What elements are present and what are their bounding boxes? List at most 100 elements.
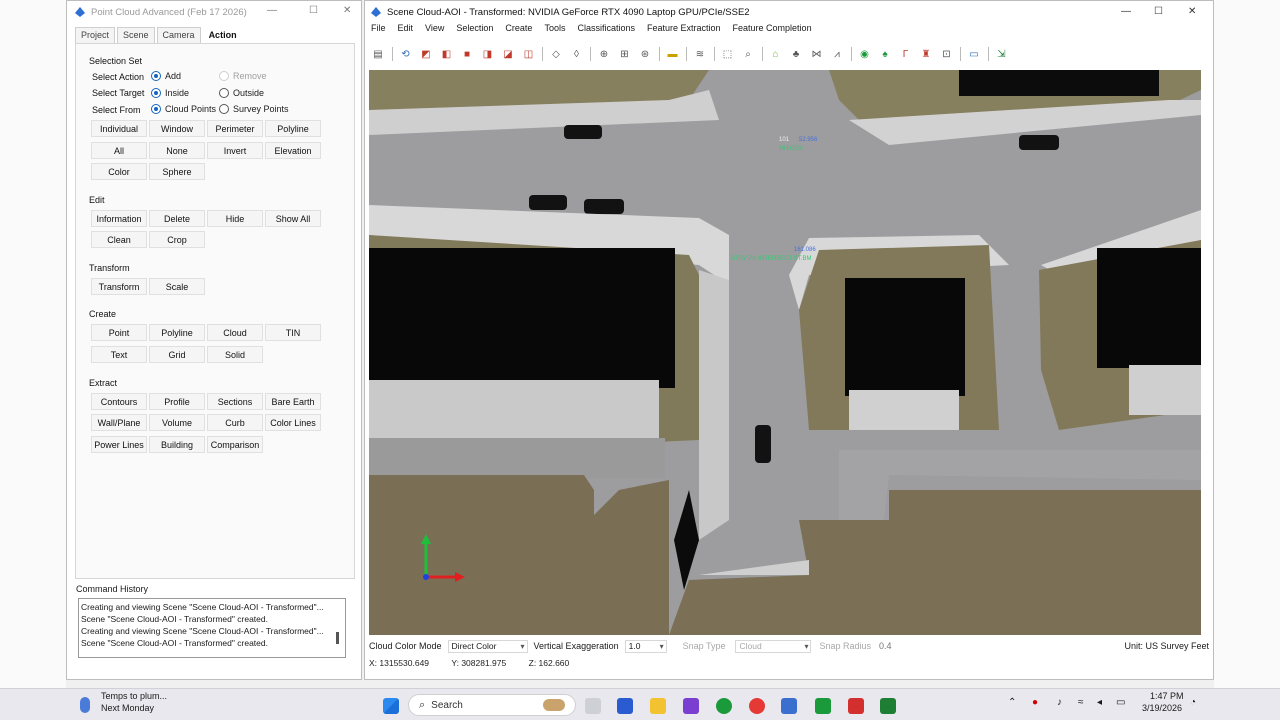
- select-window-icon[interactable]: ⬚: [721, 47, 735, 61]
- notification-icon[interactable]: ◔: [1190, 697, 1196, 708]
- history-scrollbar[interactable]: [336, 632, 339, 644]
- radio-survey-points[interactable]: Survey Points: [219, 104, 289, 114]
- battery-icon[interactable]: ▭: [1116, 697, 1125, 708]
- rotate-icon[interactable]: ⟲: [399, 47, 413, 61]
- file-explorer-icon[interactable]: [650, 698, 666, 714]
- tray-chevron-icon[interactable]: ⌃: [1008, 697, 1016, 708]
- tray-app-icon[interactable]: ●: [1032, 697, 1038, 708]
- perspective-icon[interactable]: ◇: [549, 47, 563, 61]
- sphere-button[interactable]: Sphere: [149, 163, 205, 180]
- layers-icon[interactable]: ≋: [693, 47, 707, 61]
- color-lines-button[interactable]: Color Lines: [265, 414, 321, 431]
- app-icon[interactable]: [683, 698, 699, 714]
- view-front-icon[interactable]: ◩: [419, 47, 433, 61]
- start-icon[interactable]: [383, 698, 399, 714]
- power-lines-button[interactable]: Power Lines: [91, 436, 147, 453]
- sections-button[interactable]: Sections: [207, 393, 263, 410]
- menu-classifications[interactable]: Classifications: [577, 23, 635, 37]
- window-button[interactable]: Window: [149, 120, 205, 137]
- excel-icon[interactable]: [880, 698, 896, 714]
- comparison-button[interactable]: Comparison: [207, 436, 263, 453]
- panel-toggle-icon[interactable]: ▤: [371, 47, 385, 61]
- menu-file[interactable]: File: [371, 23, 386, 37]
- view-right-icon[interactable]: ◫: [522, 47, 536, 61]
- tin-button[interactable]: TIN: [265, 324, 321, 341]
- orbit-icon[interactable]: ◊: [570, 47, 584, 61]
- menu-view[interactable]: View: [425, 23, 444, 37]
- scene-viewport[interactable]: 101 52.956 MH/CEN 161.086 STRV PK INTERS…: [369, 70, 1201, 635]
- vertical-exaggeration-select[interactable]: 1.0: [624, 639, 667, 653]
- chrome-icon[interactable]: [749, 698, 765, 714]
- perimeter-button[interactable]: Perimeter: [207, 120, 263, 137]
- individual-button[interactable]: Individual: [91, 120, 147, 137]
- elevation-button[interactable]: Elevation: [265, 142, 321, 159]
- command-history-log[interactable]: Creating and viewing Scene "Scene Cloud-…: [78, 598, 346, 658]
- close-icon[interactable]: ✕: [343, 5, 351, 16]
- tree-icon[interactable]: ♠: [878, 47, 892, 61]
- weather-title[interactable]: Temps to plum...: [101, 691, 167, 701]
- profile-button[interactable]: Profile: [149, 393, 205, 410]
- radio-remove[interactable]: Remove: [219, 71, 267, 81]
- task-view-icon[interactable]: [585, 698, 601, 714]
- invert-button[interactable]: Invert: [207, 142, 263, 159]
- scale-button[interactable]: Scale: [149, 278, 205, 295]
- taskbar-search[interactable]: ⌕ Search: [408, 694, 576, 716]
- xbox-icon[interactable]: [716, 698, 732, 714]
- tab-scene[interactable]: Scene: [117, 27, 155, 43]
- point-button[interactable]: Point: [91, 324, 147, 341]
- clock-date[interactable]: 3/19/2026: [1142, 703, 1182, 713]
- volume-icon[interactable]: ◂: [1097, 697, 1102, 708]
- menu-create[interactable]: Create: [505, 23, 532, 37]
- tab-camera[interactable]: Camera: [156, 27, 201, 43]
- polyline-create-button[interactable]: Polyline: [149, 324, 205, 341]
- hide-button[interactable]: Hide: [207, 210, 263, 227]
- none-button[interactable]: None: [149, 142, 205, 159]
- cloud-button[interactable]: Cloud: [207, 324, 263, 341]
- grid-button[interactable]: Grid: [149, 346, 205, 363]
- bare-earth-button[interactable]: Bare Earth: [265, 393, 321, 410]
- transform-button[interactable]: Transform: [91, 278, 147, 295]
- radio-add[interactable]: Add: [151, 71, 181, 81]
- crop-button[interactable]: Crop: [149, 231, 205, 248]
- profile-tool-icon[interactable]: ⩘: [830, 47, 844, 61]
- radio-cloud-points[interactable]: Cloud Points: [151, 104, 216, 114]
- zoom-extents-icon[interactable]: ⊞: [618, 47, 632, 61]
- app-icon[interactable]: [617, 698, 633, 714]
- target-icon[interactable]: ◉: [858, 47, 872, 61]
- scene-window-titlebar[interactable]: Scene Cloud-AOI - Transformed: NVIDIA Ge…: [365, 1, 1213, 23]
- menu-edit[interactable]: Edit: [398, 23, 414, 37]
- clean-button[interactable]: Clean: [91, 231, 147, 248]
- microphone-icon[interactable]: ♪: [1057, 697, 1062, 708]
- view-back-icon[interactable]: ◧: [440, 47, 454, 61]
- minimize-icon[interactable]: —: [267, 5, 277, 16]
- contours-button[interactable]: Contours: [91, 393, 147, 410]
- menu-feature-completion[interactable]: Feature Completion: [733, 23, 812, 37]
- all-button[interactable]: All: [91, 142, 147, 159]
- close-icon[interactable]: ✕: [1188, 6, 1196, 17]
- color-button[interactable]: Color: [91, 163, 147, 180]
- view-left-icon[interactable]: ◪: [501, 47, 515, 61]
- wall-plane-button[interactable]: Wall/Plane: [91, 414, 147, 431]
- building-tool-icon[interactable]: ⌂: [769, 47, 783, 61]
- menu-feature-extraction[interactable]: Feature Extraction: [647, 23, 721, 37]
- weather-icon[interactable]: [80, 697, 90, 713]
- snap-radius-value[interactable]: 0.4: [879, 641, 892, 651]
- minimize-icon[interactable]: —: [1121, 6, 1131, 17]
- export-icon[interactable]: ⇲: [995, 47, 1009, 61]
- app-icon[interactable]: [848, 698, 864, 714]
- point-cloud-app-icon[interactable]: [781, 698, 797, 714]
- wifi-icon[interactable]: ≈: [1078, 697, 1084, 708]
- text-button[interactable]: Text: [91, 346, 147, 363]
- building-button[interactable]: Building: [149, 436, 205, 453]
- measure-icon[interactable]: ▬: [666, 47, 680, 61]
- tree-tool-icon[interactable]: ♣: [789, 47, 803, 61]
- snap-type-select[interactable]: Cloud: [735, 639, 812, 653]
- clock-time[interactable]: 1:47 PM: [1150, 691, 1184, 701]
- view-top-icon[interactable]: ■: [460, 47, 474, 61]
- tool-window-titlebar[interactable]: Point Cloud Advanced (Feb 17 2026) — ☐ ✕: [67, 1, 361, 23]
- select-zoom-icon[interactable]: ⌕: [741, 47, 755, 61]
- polyline-select-button[interactable]: Polyline: [265, 120, 321, 137]
- pole-icon[interactable]: Γ: [899, 47, 913, 61]
- tab-action[interactable]: Action: [202, 27, 243, 43]
- solid-button[interactable]: Solid: [207, 346, 263, 363]
